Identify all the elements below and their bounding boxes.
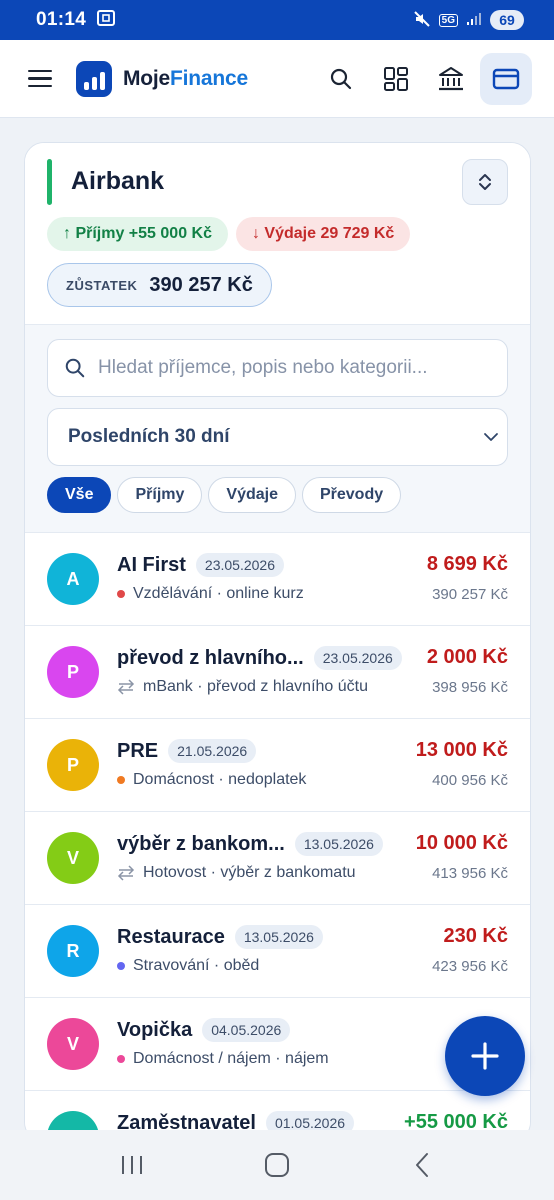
app-logo-icon <box>76 60 112 97</box>
transaction-title: PRE <box>117 739 159 762</box>
transaction-avatar: A <box>47 553 99 605</box>
search-icon <box>330 68 352 89</box>
chip-all[interactable]: Vše <box>47 477 112 513</box>
income-badge: ↑ Příjmy +55 000 Kč <box>47 217 228 251</box>
dashboard-button[interactable] <box>370 53 422 105</box>
period-select[interactable]: Posledních 30 dní <box>47 408 508 466</box>
plus-icon <box>471 1042 499 1070</box>
transaction-amount: 230 Kč <box>443 925 509 947</box>
running-balance: 390 257 Kč <box>432 586 508 603</box>
transaction-amount: 13 000 Kč <box>415 739 508 761</box>
transaction-date: 13.05.2026 <box>234 925 323 949</box>
transaction-amount: 2 000 Kč <box>426 646 508 668</box>
app-brand: MojeFinance <box>123 67 248 91</box>
transaction-category: mBank · převod z hlavního účtu <box>143 678 369 695</box>
menu-icon[interactable] <box>28 69 52 88</box>
transaction-category: Hotovost · výběr z bankomatu <box>143 864 356 881</box>
transaction-date: 21.05.2026 <box>168 739 257 763</box>
balance-badge: ZŮSTATEK 390 257 Kč <box>47 263 272 307</box>
transaction-row[interactable]: Ppřevod z hlavního... 23.05.2026 mBank · p… <box>25 626 530 719</box>
search-button[interactable] <box>315 53 367 105</box>
transaction-avatar: V <box>47 1018 99 1070</box>
status-bar: 01:14 5G 69 <box>0 0 554 40</box>
card-icon <box>492 68 520 89</box>
running-balance: 413 956 Kč <box>432 865 508 882</box>
transaction-title: výběr z bankom... <box>117 832 285 855</box>
transaction-title: AI First <box>117 553 186 576</box>
transaction-title: převod z hlavního... <box>117 646 304 669</box>
transaction-category: Domácnost / nájem · nájem <box>133 1050 329 1067</box>
category-dot-icon <box>117 1055 125 1063</box>
transaction-amount: 8 699 Kč <box>426 553 508 575</box>
mute-icon <box>413 10 431 31</box>
transaction-avatar: V <box>47 832 99 884</box>
transaction-row[interactable]: A AI First 23.05.2026 Vzdělávání · online k… <box>25 533 530 626</box>
running-balance: 398 956 Kč <box>432 679 508 696</box>
screen-record-icon <box>96 9 116 32</box>
chevron-up-down-icon <box>479 174 491 190</box>
transactions-button[interactable] <box>480 52 532 105</box>
transaction-category: Vzdělávání · online kurz <box>133 585 304 602</box>
transaction-avatar: P <box>47 646 99 698</box>
chip-expenses[interactable]: Výdaje <box>208 477 296 513</box>
brand-accent: Finance <box>170 66 249 90</box>
bank-icon <box>439 66 463 90</box>
search-box[interactable] <box>47 339 508 397</box>
account-color-bar <box>47 159 52 205</box>
app-header: MojeFinance <box>0 40 554 118</box>
transaction-category: Domácnost · nedoplatek <box>133 771 307 788</box>
transfer-icon <box>117 679 135 695</box>
transaction-avatar: R <box>47 925 99 977</box>
transaction-row[interactable]: Vvýběr z bankom... 13.05.2026 Hotovost · v… <box>25 812 530 905</box>
brand-main: Moje <box>123 66 171 90</box>
transaction-date: 23.05.2026 <box>313 646 402 670</box>
running-balance: 423 956 Kč <box>432 958 508 975</box>
running-balance: 400 956 Kč <box>432 772 508 789</box>
transaction-date: 23.05.2026 <box>195 553 284 577</box>
category-dot-icon <box>117 776 125 784</box>
chevron-down-icon <box>484 433 498 441</box>
accounts-button[interactable] <box>425 53 477 105</box>
balance-value: 390 257 Kč <box>149 273 253 296</box>
transaction-title: Restaurace <box>117 925 225 948</box>
home-icon <box>264 1153 289 1177</box>
add-transaction-button[interactable] <box>445 1016 525 1096</box>
account-name: Airbank <box>71 167 165 195</box>
category-dot-icon <box>117 962 125 970</box>
transaction-avatar: P <box>47 739 99 791</box>
transaction-title: Vopička <box>117 1018 193 1041</box>
signal-icon <box>466 12 482 29</box>
search-icon <box>65 358 85 378</box>
account-switch-button[interactable] <box>462 159 508 205</box>
filter-panel: Posledních 30 dní Vše Příjmy Výdaje Přev… <box>25 325 530 533</box>
back-icon <box>415 1153 428 1177</box>
category-dot-icon <box>117 590 125 598</box>
search-input[interactable] <box>98 357 491 379</box>
transaction-date: 04.05.2026 <box>202 1018 291 1042</box>
transaction-date: 13.05.2026 <box>294 832 383 856</box>
recent-apps-button[interactable] <box>102 1140 162 1190</box>
type-filter-chips: Vše Příjmy Výdaje Převody <box>47 477 508 513</box>
battery-level: 69 <box>490 10 524 30</box>
network-type-badge: 5G <box>438 13 458 27</box>
account-card: Airbank ↑ Příjmy +55 000 Kč ↓ Výdaje 29 … <box>24 142 531 1142</box>
transaction-category: Stravování · oběd <box>133 957 260 974</box>
transaction-row[interactable]: P PRE 21.05.2026 Domácnost · nedoplatek 13 0… <box>25 719 530 812</box>
recent-apps-icon <box>122 1156 143 1174</box>
transaction-amount: 10 000 Kč <box>415 832 508 854</box>
system-nav-bar <box>0 1130 554 1200</box>
grid-icon <box>384 66 408 91</box>
status-time: 01:14 <box>36 9 87 30</box>
balance-label: ZŮSTATEK <box>66 277 138 293</box>
transaction-row[interactable]: R Restaurace 13.05.2026 Stravování · oběd 23… <box>25 905 530 998</box>
home-button[interactable] <box>247 1140 307 1190</box>
account-summary: Airbank ↑ Příjmy +55 000 Kč ↓ Výdaje 29 … <box>25 143 530 325</box>
chip-income[interactable]: Příjmy <box>117 477 203 513</box>
chip-transfers[interactable]: Převody <box>301 477 402 513</box>
period-select-value: Posledních 30 dní <box>68 426 230 447</box>
expense-badge: ↓ Výdaje 29 729 Kč <box>235 217 411 251</box>
transfer-icon <box>117 865 135 881</box>
back-button[interactable] <box>392 1140 452 1190</box>
